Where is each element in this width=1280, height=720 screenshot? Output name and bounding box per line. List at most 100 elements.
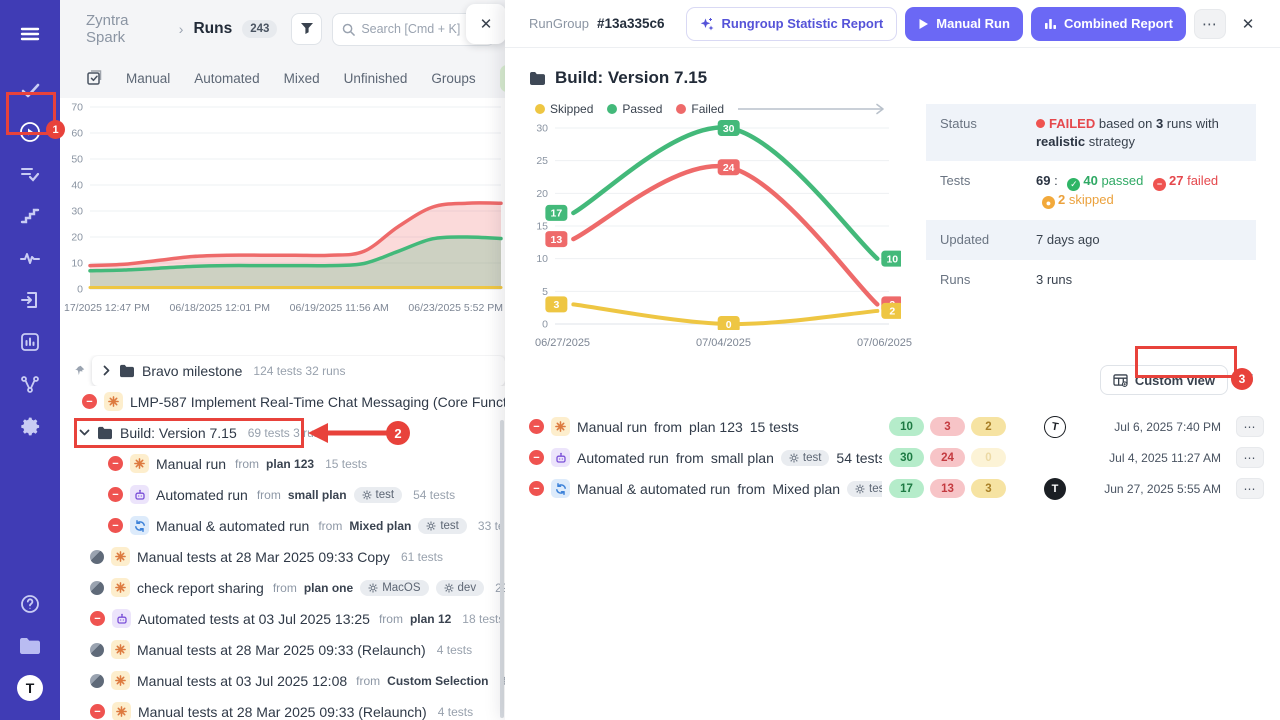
svg-text:50: 50 — [71, 154, 83, 166]
row-more-button[interactable]: ⋯ — [1236, 478, 1264, 499]
import-icon[interactable] — [10, 282, 50, 318]
run-row[interactable]: −LMP-587 Implement Real-Time Chat Messag… — [60, 386, 505, 417]
play-icon — [918, 18, 929, 30]
tests-count: 124 tests 32 runs — [253, 364, 345, 378]
tab-automated[interactable]: Automated — [194, 71, 259, 86]
steps-icon[interactable] — [10, 198, 50, 234]
failed-status-icon: − — [90, 704, 105, 719]
passed-pill: 17 — [889, 479, 924, 498]
chevron-right-icon[interactable] — [100, 365, 112, 376]
run-title: Automated tests at 03 Jul 2025 13:25 — [138, 611, 370, 627]
automated-run-icon — [112, 609, 131, 628]
run-row[interactable]: −Manual tests at 28 Mar 2025 09:33 (Rela… — [60, 696, 505, 720]
scrollbar-thumb[interactable] — [500, 420, 504, 718]
run-row[interactable]: −Automated runfromsmall plantest54 tests — [60, 479, 505, 510]
breadcrumb-page: Runs — [193, 20, 232, 38]
menu-icon[interactable] — [10, 16, 50, 52]
svg-text:0: 0 — [542, 319, 548, 331]
combined-report-label: Combined Report — [1064, 16, 1173, 31]
rungroup-statistic-report-button[interactable]: Rungroup Statistic Report — [686, 7, 897, 41]
run-title: Manual run — [577, 419, 647, 435]
runs-play-icon[interactable] — [10, 114, 50, 150]
result-pills: 17133 — [889, 479, 1021, 498]
user-avatar[interactable]: T — [10, 670, 50, 706]
run-title: Manual tests at 03 Jul 2025 12:08 — [137, 673, 347, 689]
from-label: from — [654, 419, 682, 435]
rungroup-run-row[interactable]: −Manual runfromplan 12315 tests1032TJul … — [529, 411, 1264, 442]
failed-status-icon: − — [108, 456, 123, 471]
filter-button[interactable] — [291, 13, 322, 45]
app-root: T Zyntra Spark › Runs 243 ✕ Manual Autom… — [0, 0, 1280, 720]
plan-name: small plan — [711, 450, 774, 466]
help-icon[interactable] — [10, 586, 50, 622]
more-actions-button[interactable]: ⋯ — [1194, 9, 1226, 39]
from-label: from — [356, 674, 380, 688]
plan-name: plan 12 — [410, 612, 451, 626]
run-title: check report sharing — [137, 580, 264, 596]
branches-icon[interactable] — [10, 366, 50, 402]
svg-text:5: 5 — [542, 286, 548, 298]
bulk-edit-icon[interactable] — [86, 70, 102, 86]
run-row[interactable]: Manual tests at 03 Jul 2025 12:08fromCus… — [60, 665, 505, 696]
milestone-card[interactable]: Bravo milestone124 tests 32 runs — [92, 356, 505, 386]
bar-chart-icon — [1044, 17, 1057, 30]
run-row[interactable]: −Manual & automated runfromMixed plantes… — [60, 510, 505, 541]
info-row-runs: Runs 3 runs — [926, 260, 1256, 300]
panel-close-button[interactable]: ✕ — [466, 4, 506, 44]
run-row[interactable]: Manual tests at 28 Mar 2025 09:33 (Relau… — [60, 634, 505, 665]
run-row[interactable]: Manual tests at 28 Mar 2025 09:33 Copy61… — [60, 541, 505, 572]
detail-close-button[interactable]: ✕ — [1234, 10, 1262, 38]
row-more-button[interactable]: ⋯ — [1236, 416, 1264, 437]
run-date: Jul 6, 2025 7:40 PM — [1089, 420, 1221, 434]
pulse-icon[interactable] — [10, 240, 50, 276]
rungroup-body: Skipped Passed Failed 051015202530173010… — [505, 94, 1280, 349]
search-input[interactable] — [361, 22, 481, 36]
plan-name: small plan — [288, 488, 347, 502]
breadcrumb-project[interactable]: Zyntra Spark — [86, 12, 169, 46]
row-more-button[interactable]: ⋯ — [1236, 447, 1264, 468]
tag-gear-icon — [362, 490, 372, 500]
svg-text:25: 25 — [536, 155, 548, 167]
run-group-row[interactable]: Build: Version 7.1569 tests 3 runs — [60, 417, 505, 448]
tab-unfinished[interactable]: Unfinished — [344, 71, 408, 86]
projects-folder-icon[interactable] — [10, 628, 50, 664]
columns-settings-icon[interactable] — [1238, 370, 1254, 391]
tab-groups[interactable]: Groups — [431, 71, 475, 86]
manual-run-button[interactable]: Manual Run — [905, 7, 1023, 41]
run-title: Manual & automated run — [156, 518, 309, 534]
status-label: Status — [940, 115, 1036, 150]
chart-legend: Skipped Passed Failed — [529, 96, 914, 118]
analytics-icon[interactable] — [10, 324, 50, 360]
tag-chip: test — [781, 450, 830, 466]
run-row[interactable]: check report sharingfromplan oneMacOSdev… — [60, 572, 505, 603]
tab-manual[interactable]: Manual — [126, 71, 170, 86]
run-date: Jul 4, 2025 11:27 AM — [1089, 451, 1221, 465]
rungroup-run-row[interactable]: −Automated runfromsmall plantest54 tests… — [529, 442, 1264, 473]
run-row[interactable]: −Automated tests at 03 Jul 2025 13:25fro… — [60, 603, 505, 634]
plan-name: Mixed plan — [772, 481, 840, 497]
info-row-updated: Updated 7 days ago — [926, 220, 1256, 260]
run-row[interactable]: −Manual runfromplan 12315 tests — [60, 448, 505, 479]
x-tick-label: 06/23/2025 5:52 PM — [408, 302, 503, 314]
run-title: LMP-587 Implement Real-Time Chat Messagi… — [130, 394, 505, 410]
run-title: Manual tests at 28 Mar 2025 09:33 (Relau… — [137, 642, 426, 658]
combined-report-button[interactable]: Combined Report — [1031, 7, 1186, 41]
test-lists-icon[interactable] — [10, 156, 50, 192]
passed-pill: 30 — [889, 448, 924, 467]
settings-gear-icon[interactable] — [10, 408, 50, 444]
plan-name: plan one — [304, 581, 353, 595]
chevron-down-icon[interactable] — [78, 429, 90, 436]
tasks-check-icon[interactable] — [10, 72, 50, 108]
run-date: Jun 27, 2025 5:55 AM — [1089, 482, 1221, 496]
custom-view-button[interactable]: Custom view — [1100, 365, 1228, 395]
table-view-icon — [1113, 374, 1128, 387]
mixed-run-icon — [130, 516, 149, 535]
run-group-row[interactable]: Bravo milestone124 tests 32 runs — [60, 355, 505, 386]
svg-text:70: 70 — [71, 102, 83, 114]
passed-dot-icon — [607, 104, 617, 114]
tag-chip: test — [418, 518, 467, 534]
tab-mixed[interactable]: Mixed — [284, 71, 320, 86]
skipped-dot-icon — [535, 104, 545, 114]
rungroup-run-row[interactable]: −Manual & automated runfromMixed plantes… — [529, 473, 1264, 504]
skipped-pill: 3 — [971, 479, 1006, 498]
